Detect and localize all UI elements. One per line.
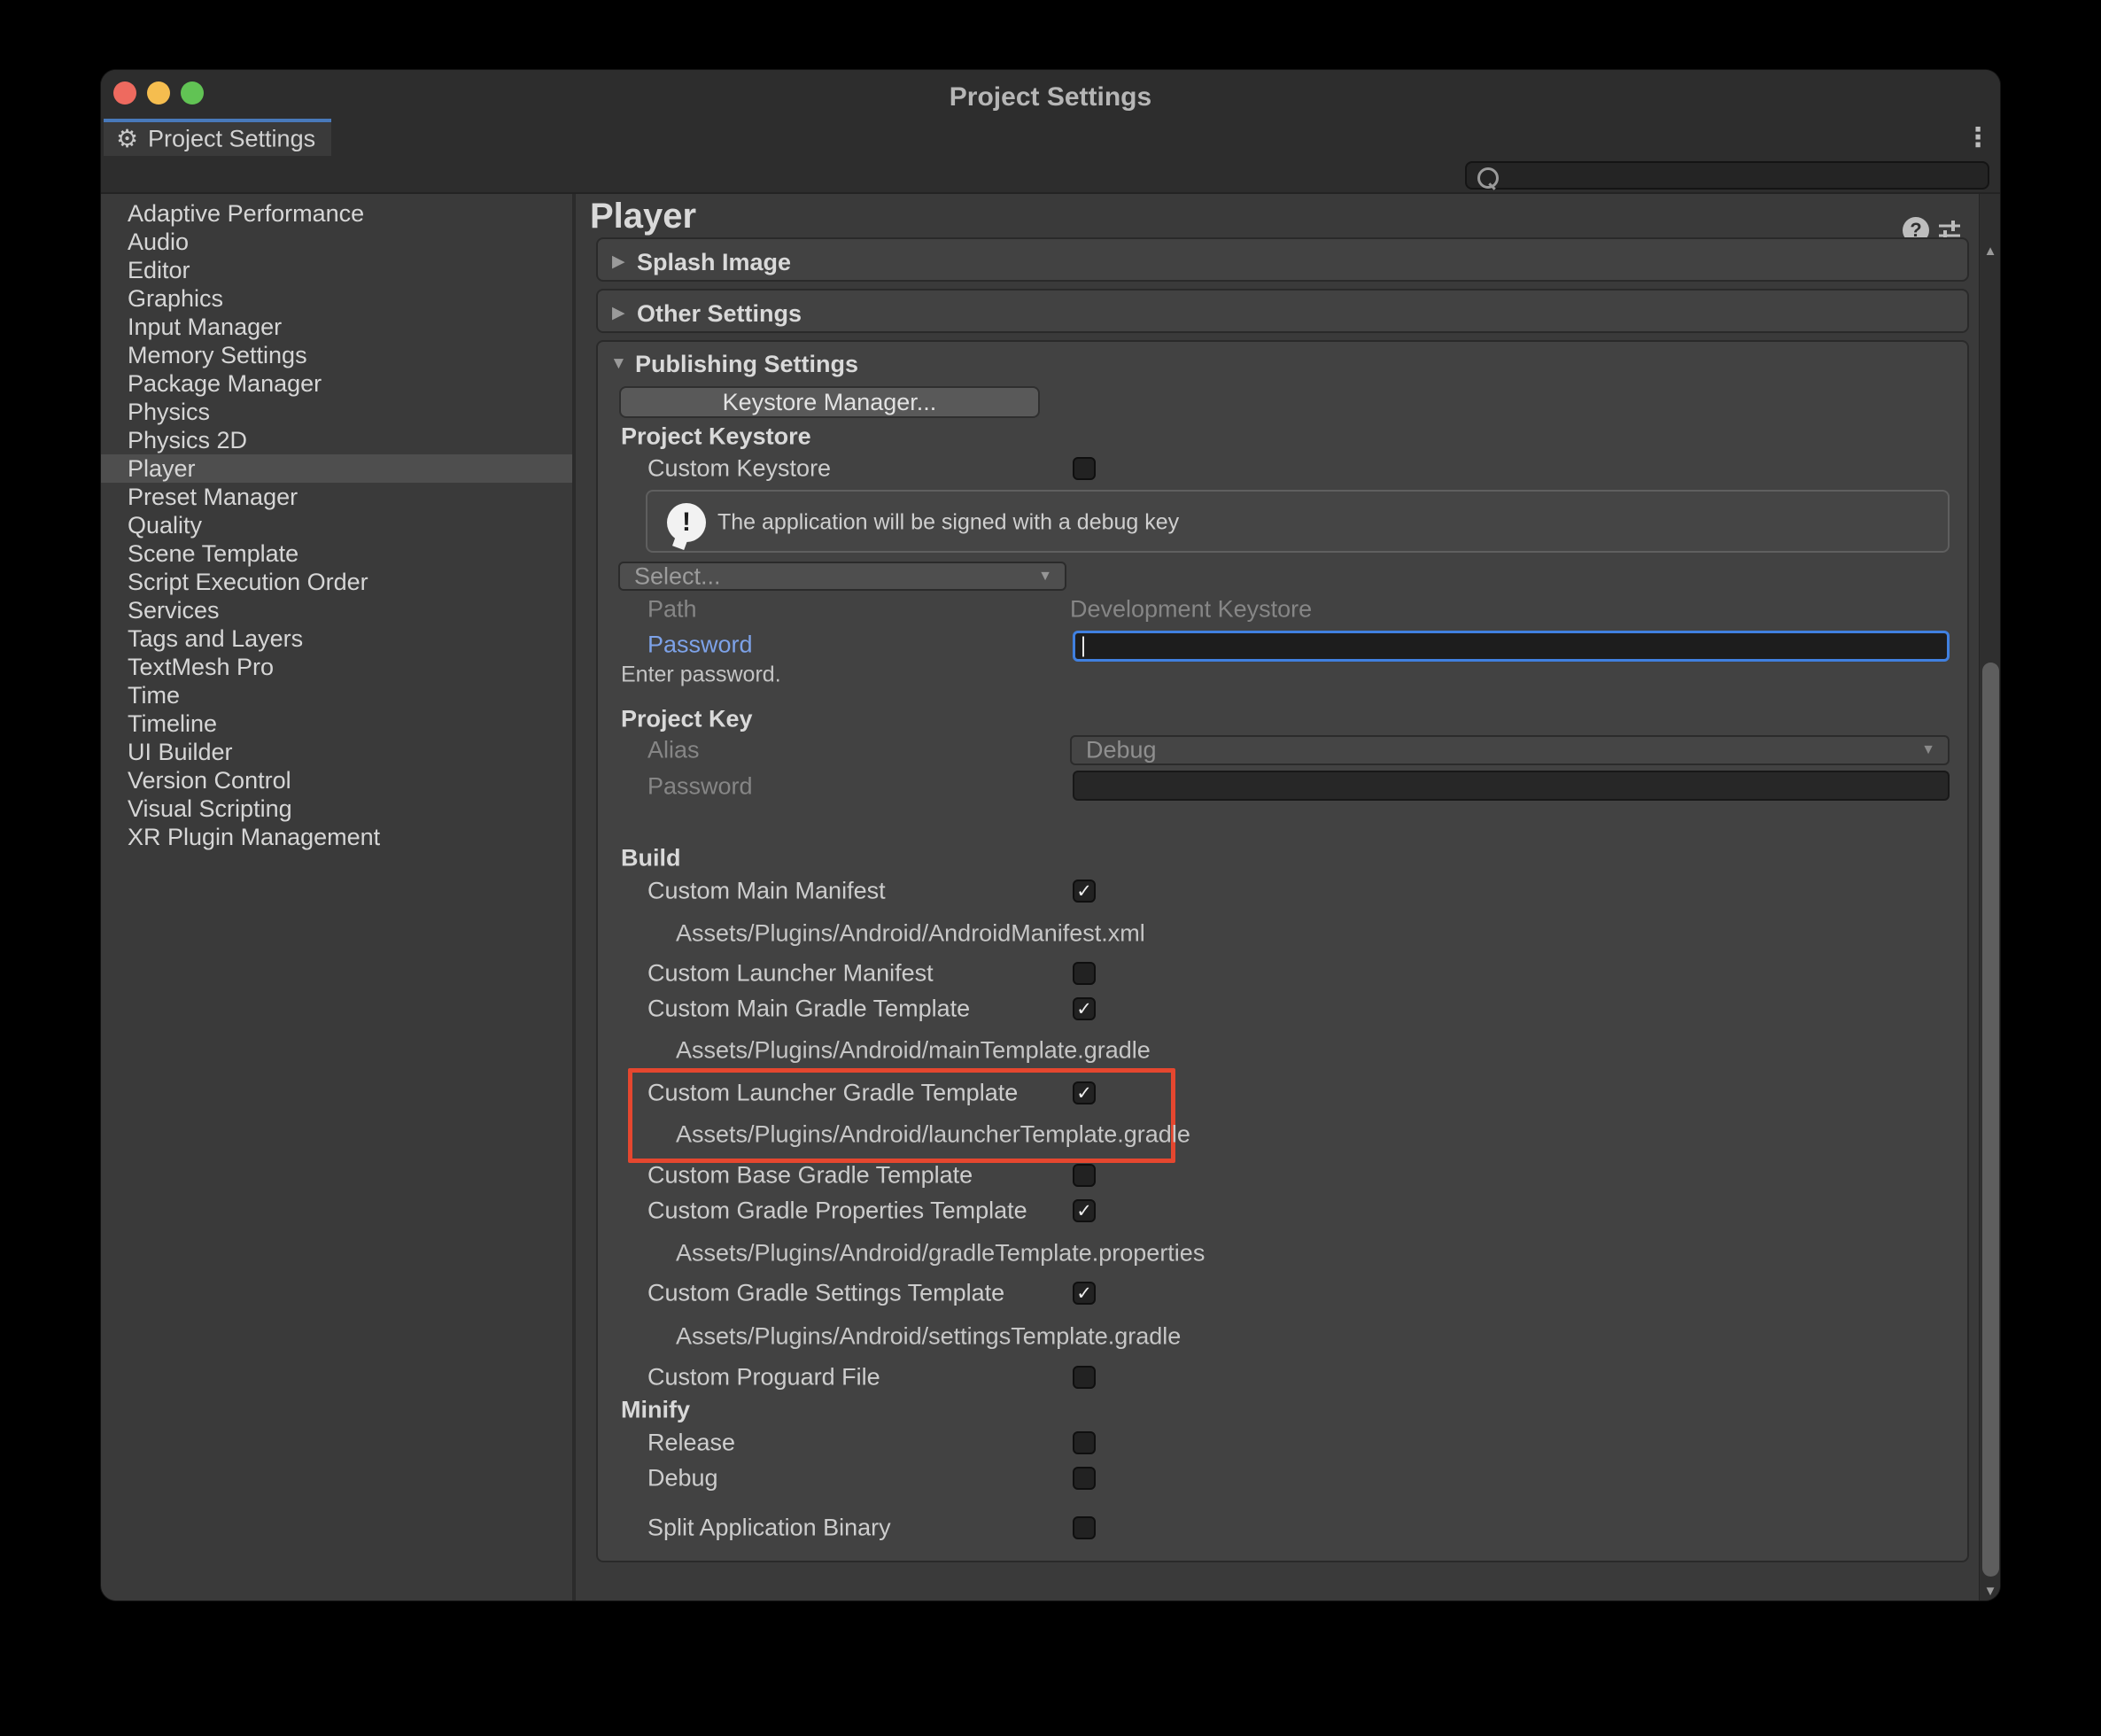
project-key-header: Project Key xyxy=(621,708,753,732)
tab-project-settings[interactable]: ⚙ Project Settings xyxy=(104,119,331,156)
split-application-binary-label: Split Application Binary xyxy=(647,1516,891,1540)
custom-proguard-file-label: Custom Proguard File xyxy=(647,1366,880,1390)
section-other-settings[interactable]: ▶ Other Settings xyxy=(596,289,1969,333)
sidebar-item-player[interactable]: Player xyxy=(101,454,572,483)
window-title: Project Settings xyxy=(101,82,2000,112)
sidebar-list: Adaptive PerformanceAudioEditorGraphicsI… xyxy=(101,194,572,1600)
main-scrollbar-thumb[interactable] xyxy=(1982,663,1999,1577)
scroll-up-icon[interactable]: ▲ xyxy=(1979,244,2001,258)
sidebar-item-textmesh-pro[interactable]: TextMesh Pro xyxy=(101,653,572,681)
text-caret xyxy=(1082,636,1084,656)
keystore-password-label: Password xyxy=(647,633,753,657)
sidebar-item-tags-and-layers[interactable]: Tags and Layers xyxy=(101,624,572,653)
keystore-select-value: Select... xyxy=(634,562,721,590)
custom-main-manifest-path: Assets/Plugins/Android/AndroidManifest.x… xyxy=(676,922,1145,946)
alias-value: Debug xyxy=(1086,737,1157,764)
sidebar-item-scene-template[interactable]: Scene Template xyxy=(101,539,572,568)
foldout-closed-icon[interactable]: ▶ xyxy=(612,253,625,270)
split-application-binary-checkbox[interactable] xyxy=(1073,1516,1096,1539)
scroll-down-icon[interactable]: ▼ xyxy=(1979,1585,2001,1598)
search-icon xyxy=(1477,167,1499,189)
sidebar-item-audio[interactable]: Audio xyxy=(101,228,572,256)
project-settings-window: Project Settings ⚙ Project Settings ⋮ Ad… xyxy=(100,69,2001,1601)
custom-launcher-gradle-template-path: Assets/Plugins/Android/launcherTemplate.… xyxy=(676,1123,1190,1147)
sidebar-item-quality[interactable]: Quality xyxy=(101,511,572,539)
project-keystore-header: Project Keystore xyxy=(621,425,811,449)
section-other-settings-label: Other Settings xyxy=(637,302,802,326)
custom-gradle-properties-template-label: Custom Gradle Properties Template xyxy=(647,1199,1027,1223)
custom-main-manifest-checkbox[interactable]: ✓ xyxy=(1073,880,1096,903)
sidebar-item-timeline[interactable]: Timeline xyxy=(101,709,572,738)
sidebar-item-memory-settings[interactable]: Memory Settings xyxy=(101,341,572,369)
custom-keystore-label: Custom Keystore xyxy=(647,457,831,481)
sidebar-item-script-execution-order[interactable]: Script Execution Order xyxy=(101,568,572,596)
custom-base-gradle-template-checkbox[interactable] xyxy=(1073,1164,1096,1187)
sidebar-divider xyxy=(572,194,576,1600)
keystore-manager-button[interactable]: Keystore Manager... xyxy=(619,386,1040,418)
sidebar-item-time[interactable]: Time xyxy=(101,681,572,709)
page-title: Player xyxy=(590,196,696,236)
gear-icon: ⚙ xyxy=(116,127,138,151)
minify-debug-label: Debug xyxy=(647,1467,718,1491)
key-password-input[interactable] xyxy=(1073,771,1950,801)
infobox-message: The application will be signed with a de… xyxy=(717,512,1179,534)
tab-label: Project Settings xyxy=(148,126,315,153)
custom-proguard-file-checkbox[interactable] xyxy=(1073,1366,1096,1389)
minify-release-label: Release xyxy=(647,1431,735,1455)
custom-gradle-settings-template-checkbox[interactable]: ✓ xyxy=(1073,1282,1096,1305)
sidebar-item-ui-builder[interactable]: UI Builder xyxy=(101,738,572,766)
section-splash-image[interactable]: ▶ Splash Image xyxy=(596,237,1969,282)
sidebar-item-physics[interactable]: Physics xyxy=(101,398,572,426)
custom-gradle-settings-template-label: Custom Gradle Settings Template xyxy=(647,1282,1004,1306)
section-publishing-settings-label[interactable]: Publishing Settings xyxy=(635,353,858,376)
sidebar-item-package-manager[interactable]: Package Manager xyxy=(101,369,572,398)
warning-bubble-icon: ! xyxy=(667,503,706,542)
search-input[interactable] xyxy=(1465,161,1989,190)
custom-launcher-gradle-template-checkbox[interactable]: ✓ xyxy=(1073,1081,1096,1104)
custom-keystore-checkbox[interactable] xyxy=(1073,457,1096,480)
custom-main-gradle-template-path: Assets/Plugins/Android/mainTemplate.grad… xyxy=(676,1039,1151,1063)
custom-gradle-properties-template-path: Assets/Plugins/Android/gradleTemplate.pr… xyxy=(676,1242,1205,1266)
sidebar-item-visual-scripting[interactable]: Visual Scripting xyxy=(101,794,572,823)
build-header: Build xyxy=(621,847,681,871)
enter-password-hint: Enter password. xyxy=(621,664,781,686)
sidebar-item-services[interactable]: Services xyxy=(101,596,572,624)
custom-launcher-manifest-checkbox[interactable] xyxy=(1073,962,1096,985)
sidebar-item-adaptive-performance[interactable]: Adaptive Performance xyxy=(101,199,572,228)
path-label: Path xyxy=(647,598,697,622)
alias-label: Alias xyxy=(647,739,700,763)
section-splash-image-label: Splash Image xyxy=(637,251,791,275)
sidebar-item-input-manager[interactable]: Input Manager xyxy=(101,313,572,341)
keystore-select-dropdown[interactable]: Select... ▼ xyxy=(618,562,1066,591)
custom-main-gradle-template-checkbox[interactable]: ✓ xyxy=(1073,997,1096,1020)
tabstrip-kebab-menu-icon[interactable]: ⋮ xyxy=(1965,125,1991,151)
custom-main-manifest-label: Custom Main Manifest xyxy=(647,880,886,903)
minify-debug-checkbox[interactable] xyxy=(1073,1467,1096,1490)
custom-launcher-manifest-label: Custom Launcher Manifest xyxy=(647,962,934,986)
foldout-open-icon[interactable]: ▼ xyxy=(610,355,627,372)
sidebar-item-physics-2d[interactable]: Physics 2D xyxy=(101,426,572,454)
sidebar-item-editor[interactable]: Editor xyxy=(101,256,572,284)
minify-release-checkbox[interactable] xyxy=(1073,1431,1096,1454)
custom-base-gradle-template-label: Custom Base Gradle Template xyxy=(647,1164,973,1188)
sidebar-item-preset-manager[interactable]: Preset Manager xyxy=(101,483,572,511)
keystore-password-input[interactable] xyxy=(1073,631,1950,662)
sidebar-item-xr-plugin-management[interactable]: XR Plugin Management xyxy=(101,823,572,851)
debug-key-infobox: ! The application will be signed with a … xyxy=(646,490,1950,553)
sidebar-item-graphics[interactable]: Graphics xyxy=(101,284,572,313)
custom-main-gradle-template-label: Custom Main Gradle Template xyxy=(647,997,970,1021)
custom-gradle-settings-template-path: Assets/Plugins/Android/settingsTemplate.… xyxy=(676,1325,1181,1349)
alias-dropdown[interactable]: Debug ▼ xyxy=(1070,735,1950,765)
dropdown-arrow-icon: ▼ xyxy=(1038,570,1052,584)
dropdown-arrow-icon: ▼ xyxy=(1921,743,1935,757)
minify-header: Minify xyxy=(621,1399,690,1422)
path-value: Development Keystore xyxy=(1070,598,1312,622)
custom-gradle-properties-template-checkbox[interactable]: ✓ xyxy=(1073,1199,1096,1222)
custom-launcher-gradle-template-label: Custom Launcher Gradle Template xyxy=(647,1081,1018,1105)
key-password-label: Password xyxy=(647,775,753,799)
foldout-closed-icon[interactable]: ▶ xyxy=(612,305,625,322)
sidebar-item-version-control[interactable]: Version Control xyxy=(101,766,572,794)
